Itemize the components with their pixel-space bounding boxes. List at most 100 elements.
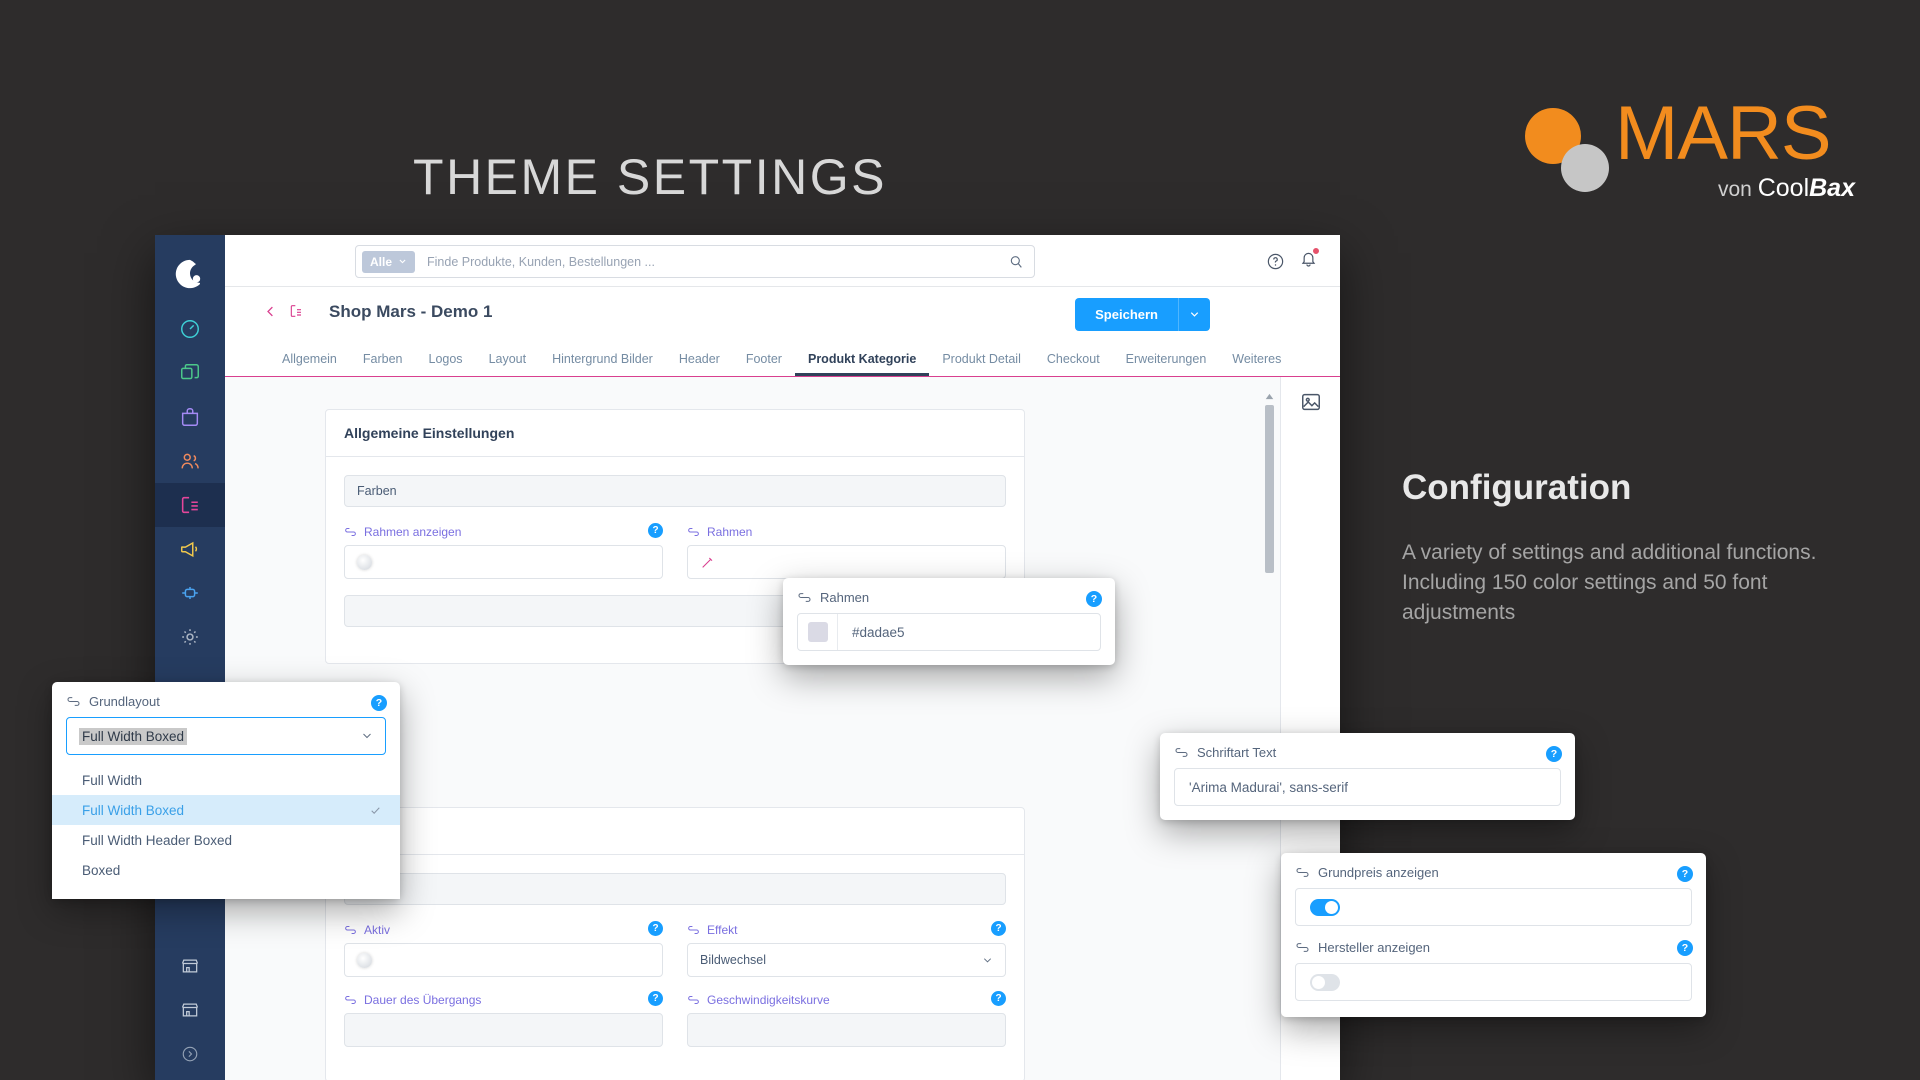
- rahmen-label: Rahmen: [820, 590, 870, 605]
- help-badge[interactable]: ?: [648, 523, 663, 538]
- effekt-select[interactable]: Bildwechsel: [687, 943, 1006, 977]
- field-label: Aktiv: [344, 923, 663, 937]
- field-row: Aktiv ? Effekt ? Bildwechsel: [344, 921, 1006, 977]
- chevron-left-icon[interactable]: [263, 304, 278, 319]
- sidebar-item-customers[interactable]: [155, 439, 225, 483]
- sidebar-item-extensions[interactable]: [155, 571, 225, 615]
- sidebar-item-catalogues[interactable]: [155, 351, 225, 395]
- image-icon[interactable]: [1300, 391, 1322, 413]
- color-swatch-cell[interactable]: [798, 614, 838, 650]
- help-badge[interactable]: ?: [991, 991, 1006, 1006]
- help-badge[interactable]: ?: [1546, 746, 1562, 762]
- search-scope-dropdown[interactable]: Alle: [362, 250, 416, 273]
- save-dropdown-button[interactable]: [1178, 298, 1210, 331]
- tabs-container: Allgemein Farben Logos Layout Hintergrund Bi…: [225, 341, 1340, 376]
- grundpreis-toggle-box[interactable]: [1295, 888, 1692, 926]
- inherit-link-icon[interactable]: [344, 925, 357, 935]
- grundlayout-option-full-width-header-boxed[interactable]: Full Width Header Boxed: [52, 825, 400, 855]
- search-icon[interactable]: [1008, 254, 1024, 270]
- sidebar-item-storefront-2[interactable]: [155, 988, 225, 1032]
- slider-card-heading: / Zoom: [326, 808, 1024, 855]
- tab-hintergrund-bilder[interactable]: Hintergrund Bilder: [539, 341, 666, 376]
- color-input[interactable]: [687, 545, 1006, 579]
- schriftart-label-row: Schriftart Text: [1174, 745, 1561, 760]
- sidebar-item-marketing[interactable]: [155, 527, 225, 571]
- tab-checkout[interactable]: Checkout: [1034, 341, 1113, 376]
- rahmen-color-input[interactable]: #dadae5: [797, 613, 1101, 651]
- sidebar-expand-button[interactable]: [155, 1032, 225, 1076]
- sidebar-item-content[interactable]: [155, 483, 225, 527]
- help-badge[interactable]: ?: [371, 695, 387, 711]
- tab-produkt-detail[interactable]: Produkt Detail: [929, 341, 1034, 376]
- help-badge[interactable]: ?: [1677, 940, 1693, 956]
- grundpreis-toggle[interactable]: [1310, 898, 1340, 916]
- help-badge[interactable]: ?: [991, 921, 1006, 936]
- grundlayout-select[interactable]: Full Width Boxed: [66, 717, 386, 755]
- theme-icon[interactable]: [288, 303, 304, 319]
- field-label-text: Rahmen anzeigen: [364, 525, 462, 539]
- inherit-link-icon[interactable]: [687, 527, 700, 537]
- chevron-up-icon: [1265, 393, 1274, 400]
- scrollbar-thumb[interactable]: [1265, 405, 1274, 573]
- inherit-link-icon[interactable]: [66, 696, 81, 707]
- grundlayout-option-full-width-boxed[interactable]: Full Width Boxed: [52, 795, 400, 825]
- color-swatch: [807, 622, 828, 642]
- scroll-up-arrow[interactable]: [1265, 387, 1274, 405]
- inherit-link-icon[interactable]: [1174, 747, 1189, 758]
- switch-input[interactable]: [344, 545, 663, 579]
- help-badge[interactable]: ?: [1677, 866, 1693, 882]
- inherit-link-icon[interactable]: [687, 995, 700, 1005]
- orders-icon: [181, 408, 199, 426]
- content-scrollbar[interactable]: [1265, 387, 1274, 1070]
- hersteller-toggle-box[interactable]: [1295, 963, 1692, 1001]
- tab-logos[interactable]: Logos: [416, 341, 476, 376]
- sidebar-item-dashboard[interactable]: [155, 307, 225, 351]
- global-search[interactable]: Alle Finde Produkte, Kunden, Bestellunge…: [355, 245, 1035, 278]
- grundlayout-option-boxed[interactable]: Boxed: [52, 855, 400, 885]
- tab-produkt-kategorie[interactable]: Produkt Kategorie: [795, 341, 929, 376]
- tab-header[interactable]: Header: [666, 341, 733, 376]
- sidebar-item-orders[interactable]: [155, 395, 225, 439]
- logo-cool: Cool: [1757, 174, 1810, 202]
- logo-gray-dot-icon: [1561, 144, 1609, 192]
- grundlayout-popup: Grundlayout ? Full Width Boxed Full Widt…: [52, 682, 400, 899]
- search-input[interactable]: Finde Produkte, Kunden, Bestellungen ...: [427, 255, 655, 269]
- mars-logo: MARS von CoolBax: [1525, 96, 1855, 210]
- grundlayout-option-full-width[interactable]: Full Width: [52, 765, 400, 795]
- check-icon: [371, 806, 380, 814]
- save-button[interactable]: Speichern: [1075, 298, 1178, 331]
- tab-erweiterungen[interactable]: Erweiterungen: [1113, 341, 1220, 376]
- dauer-input[interactable]: [344, 1013, 663, 1047]
- inherit-link-icon[interactable]: [1295, 867, 1310, 878]
- field-row: Dauer des Übergangs ? Geschwindigkeitsku…: [344, 991, 1006, 1047]
- hersteller-label: Hersteller anzeigen: [1318, 940, 1431, 955]
- inherit-link-icon[interactable]: [687, 925, 700, 935]
- schriftart-input[interactable]: 'Arima Madurai', sans-serif: [1174, 768, 1561, 806]
- grundlayout-label: Grundlayout: [89, 694, 160, 709]
- grundpreis-label-row: Grundpreis anzeigen: [1295, 865, 1692, 880]
- switch-input[interactable]: [344, 943, 663, 977]
- slider-group-select[interactable]: [344, 873, 1006, 905]
- shopware-logo[interactable]: [155, 257, 225, 296]
- inherit-link-icon[interactable]: [1295, 942, 1310, 953]
- tab-footer[interactable]: Footer: [733, 341, 795, 376]
- notification-bell[interactable]: [1299, 247, 1320, 273]
- help-badge[interactable]: ?: [648, 921, 663, 936]
- page-title: THEME SETTINGS: [413, 149, 887, 205]
- group-select[interactable]: Farben: [344, 475, 1006, 507]
- grundlayout-option-label: Full Width: [82, 772, 143, 788]
- inherit-link-icon[interactable]: [344, 995, 357, 1005]
- help-badge[interactable]: ?: [1086, 591, 1102, 607]
- help-badge[interactable]: ?: [648, 991, 663, 1006]
- hersteller-toggle[interactable]: [1310, 973, 1340, 991]
- tab-layout[interactable]: Layout: [476, 341, 540, 376]
- inherit-link-icon[interactable]: [797, 592, 812, 603]
- help-icon[interactable]: [1266, 252, 1285, 271]
- sidebar-item-settings[interactable]: [155, 615, 225, 659]
- tab-farben[interactable]: Farben: [350, 341, 416, 376]
- sidebar-item-storefront-1[interactable]: [155, 944, 225, 988]
- tab-weiteres[interactable]: Weiteres: [1219, 341, 1294, 376]
- geschwindigkeitskurve-input[interactable]: [687, 1013, 1006, 1047]
- inherit-link-icon[interactable]: [344, 527, 357, 537]
- tab-allgemein[interactable]: Allgemein: [269, 341, 350, 376]
